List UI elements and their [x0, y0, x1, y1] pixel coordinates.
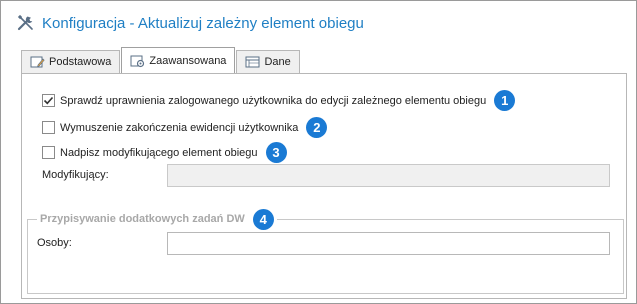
persons-field-label: Osoby: [37, 237, 72, 249]
window-title: Konfiguracja - Aktualizuj zależny elemen… [42, 14, 364, 32]
tab-dane[interactable]: Dane [236, 50, 300, 73]
force-end-tracking-row: Wymuszenie zakończenia ewidencji użytkow… [42, 117, 328, 138]
title-bar: Konfiguracja - Aktualizuj zależny elemen… [16, 11, 364, 35]
tab-podstawowa[interactable]: Podstawowa [21, 50, 121, 73]
callout-badge-1: 1 [494, 90, 516, 111]
data-table-icon [245, 55, 260, 69]
check-permissions-row: Sprawdź uprawnienia zalogowanego użytkow… [42, 90, 516, 111]
tab-label: Dane [264, 56, 291, 68]
override-modifier-label[interactable]: Nadpisz modyfikującego element obiegu [60, 147, 258, 159]
override-modifier-checkbox[interactable] [42, 146, 55, 159]
tools-icon [16, 13, 36, 33]
modifier-field-label: Modyfikujący: [42, 169, 109, 181]
check-permissions-checkbox[interactable] [42, 94, 55, 107]
tab-bar: Podstawowa Zaawansowana Dane [21, 47, 301, 73]
tab-label: Zaawansowana [149, 54, 227, 67]
edit-form-icon [30, 55, 45, 69]
persons-field[interactable] [167, 232, 610, 255]
tab-zaawansowana[interactable]: Zaawansowana [121, 47, 236, 73]
override-modifier-row: Nadpisz modyfikującego element obiegu 3 [42, 142, 287, 163]
callout-badge-3: 3 [265, 142, 287, 163]
modifier-field[interactable] [167, 164, 610, 187]
additional-tasks-title: Przypisywanie dodatkowych zadań DW [40, 213, 245, 225]
additional-tasks-legend: Przypisywanie dodatkowych zadań DW 4 [37, 208, 277, 230]
check-permissions-label[interactable]: Sprawdź uprawnienia zalogowanego użytkow… [60, 95, 486, 107]
additional-tasks-groupbox [27, 219, 624, 294]
callout-badge-4: 4 [252, 208, 274, 230]
advanced-settings-icon [130, 54, 145, 68]
force-end-tracking-checkbox[interactable] [42, 121, 55, 134]
configuration-window: Konfiguracja - Aktualizuj zależny elemen… [0, 0, 637, 304]
tab-label: Podstawowa [49, 56, 112, 68]
force-end-tracking-label[interactable]: Wymuszenie zakończenia ewidencji użytkow… [60, 122, 298, 134]
callout-badge-2: 2 [306, 117, 328, 138]
